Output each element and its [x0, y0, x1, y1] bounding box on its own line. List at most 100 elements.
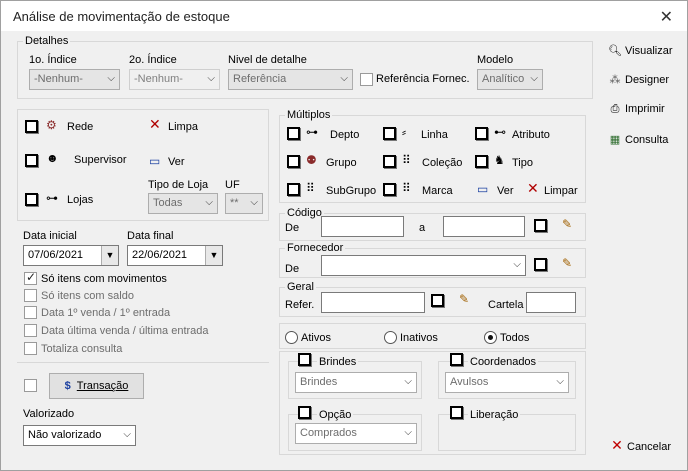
grupo-checkbox[interactable]	[287, 155, 300, 168]
lojas-checkbox[interactable]	[25, 193, 38, 206]
modelo-select[interactable]: Analítico ⌵	[477, 69, 543, 90]
opcao-movimentos-checkbox[interactable]	[24, 270, 37, 285]
multiplos-limpar-button[interactable]: Limpar	[544, 185, 578, 197]
codigo-de-input[interactable]	[321, 216, 404, 237]
edit-note-icon[interactable]: ✎	[562, 256, 572, 270]
fornecedor-checkbox[interactable]	[534, 258, 547, 271]
opcao-primeira-venda-label[interactable]: Data 1º venda / 1º entrada	[41, 307, 170, 319]
brand-icon: ⠿	[402, 181, 411, 195]
opcao-label[interactable]: Opção	[317, 409, 354, 421]
window-title: Análise de movimentação de estoque	[13, 9, 230, 24]
spreadsheet-icon: ▦	[609, 134, 621, 146]
list-window-icon[interactable]: ▭	[477, 182, 488, 196]
clear-x-icon[interactable]: ✕	[149, 117, 161, 131]
dollar-icon: $	[64, 380, 71, 392]
lojas-label[interactable]: Lojas	[67, 194, 93, 206]
linha-label[interactable]: Linha	[421, 129, 448, 141]
opcao-select[interactable]: Comprados ⌵	[295, 423, 417, 444]
consulta-button[interactable]: ▦ Consulta	[605, 133, 669, 146]
codigo-a-input[interactable]	[443, 216, 525, 237]
depto-label[interactable]: Depto	[330, 129, 359, 141]
calendar-dropdown-icon[interactable]: ▼	[205, 246, 222, 265]
todos-radio[interactable]	[484, 331, 497, 344]
brindes-label[interactable]: Brindes	[317, 356, 359, 368]
opcao-saldo-label[interactable]: Só itens com saldo	[41, 290, 134, 302]
limpa-button[interactable]: Limpa	[168, 121, 198, 133]
rede-icon: ⚙	[46, 118, 57, 132]
indice1-select[interactable]: -Nenhum- ⌵	[29, 69, 120, 90]
rede-label[interactable]: Rede	[67, 121, 93, 133]
designer-button[interactable]: ⁂ Designer	[605, 73, 670, 86]
colecao-label[interactable]: Coleção	[422, 157, 462, 169]
colecao-checkbox[interactable]	[383, 155, 396, 168]
supervisor-checkbox[interactable]	[25, 154, 38, 167]
ref-fornec-checkbox[interactable]	[360, 73, 373, 86]
marca-label[interactable]: Marca	[422, 185, 453, 197]
transacao-checkbox[interactable]	[24, 379, 37, 392]
opcao-movimentos-label[interactable]: Só itens com movimentos	[41, 273, 167, 285]
valorizado-select[interactable]: Não valorizado ⌵	[23, 425, 136, 446]
cancelar-button[interactable]: ✕ Cancelar	[607, 437, 671, 454]
fornecedor-select[interactable]: ⌵	[321, 255, 526, 276]
calendar-dropdown-icon[interactable]: ▼	[101, 246, 118, 265]
cartela-input[interactable]	[526, 292, 576, 313]
opcao-totaliza-checkbox[interactable]	[24, 342, 37, 355]
transacao-divider	[17, 362, 269, 363]
uf-select[interactable]: ** ⌵	[225, 193, 263, 214]
data-final-value: 22/06/2021	[132, 249, 188, 261]
tipo-label[interactable]: Tipo	[512, 157, 533, 169]
grupo-label[interactable]: Grupo	[326, 157, 357, 169]
tipo-loja-select[interactable]: Todas ⌵	[148, 193, 218, 214]
title-bar: Análise de movimentação de estoque ✕	[1, 1, 687, 31]
inativos-label[interactable]: Inativos	[400, 332, 438, 344]
transacao-button[interactable]: $ Transação	[49, 373, 144, 399]
opcao-saldo-checkbox[interactable]	[24, 289, 37, 302]
ref-fornec-label[interactable]: Referência Fornec.	[376, 73, 470, 85]
multiplos-ver-button[interactable]: Ver	[497, 185, 514, 197]
coordenados-label[interactable]: Coordenados	[468, 356, 539, 368]
rede-checkbox[interactable]	[25, 120, 38, 133]
opcao-ultima-venda-label[interactable]: Data última venda / última entrada	[41, 325, 209, 337]
data-final-input[interactable]: 22/06/2021 ▼	[127, 245, 223, 266]
edit-note-icon[interactable]: ✎	[459, 292, 469, 306]
list-window-icon[interactable]: ▭	[149, 154, 160, 168]
visualizar-button[interactable]: 🔍︎ Visualizar	[605, 44, 672, 57]
inativos-radio[interactable]	[384, 331, 397, 344]
chevron-down-icon: ⌵	[205, 197, 213, 208]
opcao-ultima-venda-checkbox[interactable]	[24, 324, 37, 337]
atributo-checkbox[interactable]	[475, 127, 488, 140]
linha-checkbox[interactable]	[383, 127, 396, 140]
subgrupo-checkbox[interactable]	[287, 183, 300, 196]
chevron-down-icon: ⌵	[404, 376, 412, 387]
clear-x-icon[interactable]: ✕	[527, 181, 539, 195]
brindes-select[interactable]: Brindes ⌵	[295, 372, 417, 393]
opcao-primeira-venda-checkbox[interactable]	[24, 306, 37, 319]
nivel-select[interactable]: Referência ⌵	[228, 69, 353, 90]
todos-label[interactable]: Todos	[500, 332, 529, 344]
edit-note-icon[interactable]: ✎	[562, 217, 572, 231]
ver-button[interactable]: Ver	[168, 156, 185, 168]
detalhes-legend: Detalhes	[23, 35, 71, 47]
supervisor-label[interactable]: Supervisor	[74, 154, 127, 166]
coordenados-checkbox[interactable]	[450, 353, 463, 366]
liberacao-label[interactable]: Liberação	[468, 409, 521, 421]
opcao-totaliza-label[interactable]: Totaliza consulta	[41, 343, 122, 355]
coordenados-select[interactable]: Avulsos ⌵	[445, 372, 569, 393]
close-icon[interactable]: ✕	[660, 7, 673, 27]
subgrupo-label[interactable]: SubGrupo	[326, 185, 376, 197]
atributo-label[interactable]: Atributo	[512, 129, 550, 141]
data-inicial-input[interactable]: 07/06/2021 ▼	[23, 245, 119, 266]
tipo-checkbox[interactable]	[475, 155, 488, 168]
opcao-checkbox[interactable]	[298, 406, 311, 419]
depto-checkbox[interactable]	[287, 127, 300, 140]
imprimir-button[interactable]: ⎙ Imprimir	[605, 103, 665, 116]
ativos-label[interactable]: Ativos	[301, 332, 331, 344]
data-inicial-label: Data inicial	[23, 230, 77, 242]
brindes-checkbox[interactable]	[298, 353, 311, 366]
codigo-checkbox[interactable]	[534, 219, 547, 232]
marca-checkbox[interactable]	[383, 183, 396, 196]
liberacao-checkbox[interactable]	[450, 406, 463, 419]
geral-refer-input[interactable]	[321, 292, 425, 313]
geral-checkbox[interactable]	[431, 294, 444, 307]
ativos-radio[interactable]	[285, 331, 298, 344]
